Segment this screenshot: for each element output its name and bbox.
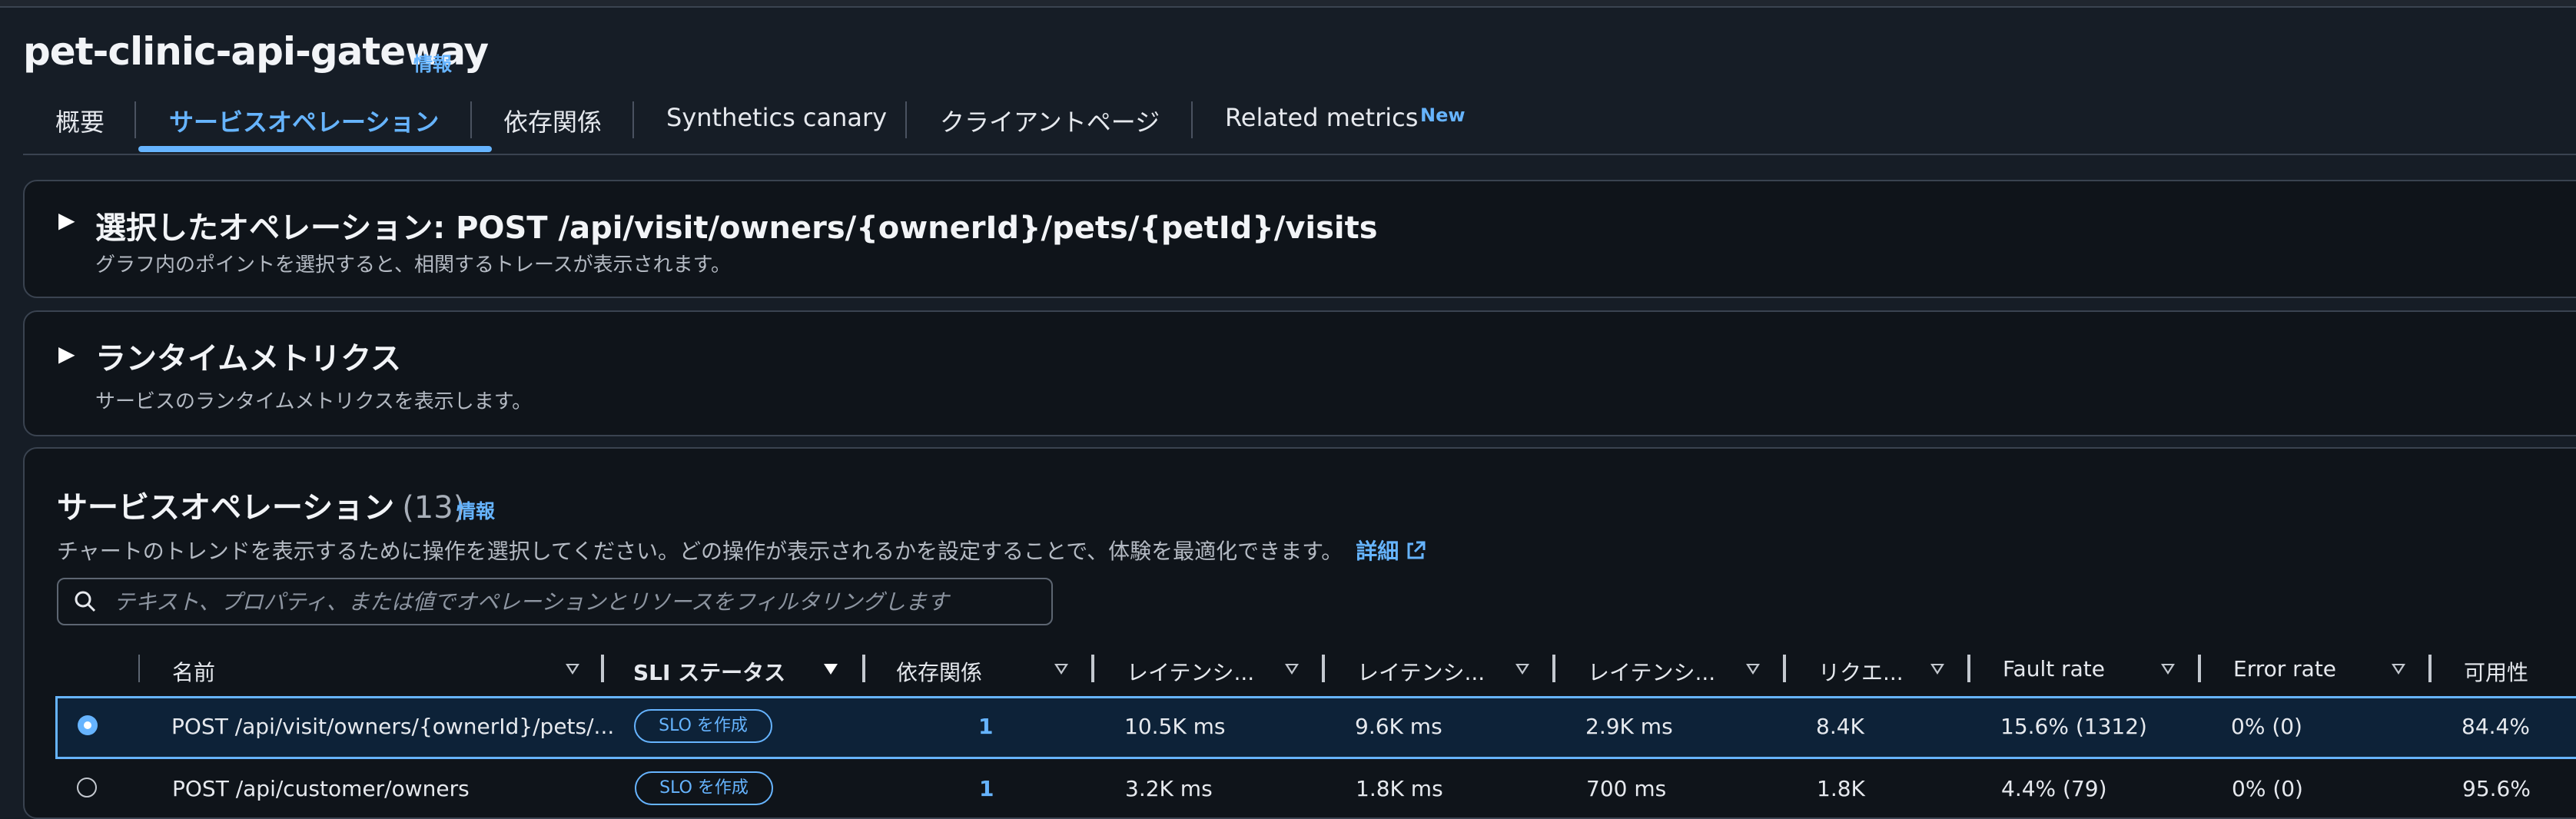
runtime-metrics-title[interactable]: ランタイムメトリクス: [95, 333, 401, 378]
create-slo-button[interactable]: SLO を作成: [634, 709, 772, 743]
column-resize-handle[interactable]: [1552, 655, 1555, 682]
availability-value: 84.4%: [2461, 714, 2530, 739]
sort-icon[interactable]: [1930, 664, 1944, 675]
tab-bar: 概要 サービスオペレーション 依存関係 Synthetics canary クラ…: [23, 92, 2576, 155]
operation-name: POST /api/visit/owners/{ownerId}/pets/..…: [171, 714, 615, 739]
latency-1-value: 10.5K ms: [1124, 714, 1226, 739]
latency-3-value: 700 ms: [1586, 776, 1667, 801]
error-rate-value: 0% (0): [2231, 714, 2302, 739]
column-latency-1[interactable]: レイテンシ...: [1127, 656, 1254, 687]
column-resize-handle[interactable]: [1322, 655, 1325, 682]
column-latency-3[interactable]: レイテンシ...: [1588, 656, 1715, 687]
operations-count: (13): [402, 490, 466, 526]
latency-3-value: 2.9K ms: [1585, 714, 1673, 739]
column-error-rate[interactable]: Error rate: [2233, 656, 2336, 681]
column-resize-handle[interactable]: [2428, 655, 2432, 682]
runtime-metrics-description: サービスのランタイムメトリクスを表示します。: [95, 390, 533, 413]
sort-icon[interactable]: [1285, 664, 1299, 675]
row-radio[interactable]: [77, 778, 97, 797]
sort-icon[interactable]: [1746, 664, 1760, 675]
active-tab-indicator: [138, 146, 492, 152]
sort-descending-icon[interactable]: [824, 664, 838, 675]
tab-related-metrics[interactable]: Related metrics: [1225, 103, 1418, 132]
tab-separator: [470, 101, 472, 138]
latency-2-value: 9.6K ms: [1355, 714, 1442, 739]
column-latency-2[interactable]: レイテンシ...: [1357, 656, 1485, 687]
tab-separator: [134, 101, 136, 138]
service-operations-panel: サービスオペレーション (13) 情報 チャートのトレンドを表示するために操作を選…: [23, 447, 2576, 819]
column-resize-handle[interactable]: [601, 655, 604, 682]
selected-operation-description: グラフ内のポイントを選択すると、相関するトレースが表示されます。: [95, 254, 732, 277]
filter-search-box[interactable]: [57, 578, 1053, 625]
column-availability[interactable]: 可用性: [2464, 656, 2528, 687]
requests-value: 1.8K: [1817, 776, 1865, 801]
sort-icon[interactable]: [1054, 664, 1068, 675]
column-resize-handle[interactable]: [1967, 655, 1970, 682]
filter-search-input[interactable]: [112, 584, 1037, 619]
requests-value: 8.4K: [1816, 714, 1864, 739]
selected-operation-title[interactable]: 選択したオペレーション: POST /api/visit/owners/{own…: [95, 203, 1378, 247]
dependency-count-link[interactable]: 1: [979, 776, 994, 801]
tab-synthetics-canary[interactable]: Synthetics canary: [666, 103, 887, 132]
tab-service-operations[interactable]: サービスオペレーション: [169, 103, 439, 138]
operation-name: POST /api/customer/owners: [172, 776, 470, 801]
service-info-link[interactable]: 情報: [413, 49, 452, 77]
operations-description-text: チャートのトレンドを表示するために操作を選択してください。どの操作が表示されるか…: [57, 539, 1343, 564]
fault-rate-value: 15.6% (1312): [2000, 714, 2147, 739]
column-dependencies[interactable]: 依存関係: [896, 656, 982, 687]
column-resize-handle[interactable]: [1091, 655, 1094, 682]
operations-title: サービスオペレーション (13): [57, 482, 465, 527]
operations-description: チャートのトレンドを表示するために操作を選択してください。どの操作が表示されるか…: [57, 535, 1426, 565]
external-link-icon: [1407, 541, 1426, 559]
sort-icon[interactable]: [1515, 664, 1529, 675]
column-sli-status[interactable]: SLI ステータス: [633, 656, 785, 687]
latency-2-value: 1.8K ms: [1356, 776, 1443, 801]
column-name[interactable]: 名前: [172, 656, 215, 687]
row-radio-selected[interactable]: [78, 715, 98, 735]
expand-caret-icon[interactable]: ▶: [58, 341, 75, 366]
latency-1-value: 3.2K ms: [1125, 776, 1213, 801]
learn-more-label[interactable]: 詳細: [1356, 539, 1399, 564]
sort-icon[interactable]: [2161, 664, 2175, 675]
selected-operation-panel: ▶ 選択したオペレーション: POST /api/visit/owners/{o…: [23, 180, 2576, 298]
top-border: [0, 0, 2576, 8]
fault-rate-value: 4.4% (79): [2001, 776, 2107, 801]
column-resize-handle[interactable]: [862, 655, 865, 682]
tab-separator: [1191, 101, 1193, 138]
column-resize-handle[interactable]: [2198, 655, 2201, 682]
operations-info-link[interactable]: 情報: [456, 496, 495, 524]
sort-icon[interactable]: [2392, 664, 2405, 675]
expand-caret-icon[interactable]: ▶: [58, 207, 75, 233]
error-rate-value: 0% (0): [2232, 776, 2303, 801]
table-row[interactable]: POST /api/customer/owners SLO を作成 1 3.2K…: [57, 761, 2576, 819]
table-row-selected[interactable]: POST /api/visit/owners/{ownerId}/pets/..…: [55, 696, 2576, 759]
new-badge: New: [1420, 104, 1466, 126]
column-separator: [138, 655, 140, 682]
column-requests[interactable]: リクエ...: [1818, 656, 1904, 687]
availability-value: 95.6%: [2462, 776, 2531, 801]
tab-dependencies[interactable]: 依存関係: [503, 103, 602, 138]
search-icon: [75, 591, 96, 612]
table-header: 名前 SLI ステータス 依存関係 レイテンシ... レイテンシ... レイテン…: [57, 645, 2576, 691]
operations-title-text: サービスオペレーション: [57, 490, 395, 526]
tab-separator: [905, 101, 907, 138]
dependency-count-link[interactable]: 1: [978, 714, 993, 739]
tab-overview[interactable]: 概要: [55, 103, 105, 138]
tab-client-pages[interactable]: クライアントページ: [940, 103, 1160, 138]
runtime-metrics-panel: ▶ ランタイムメトリクス サービスのランタイムメトリクスを表示します。: [23, 310, 2576, 436]
tab-separator: [632, 101, 634, 138]
create-slo-button[interactable]: SLO を作成: [635, 771, 773, 805]
sort-icon[interactable]: [566, 664, 579, 675]
column-fault-rate[interactable]: Fault rate: [2003, 656, 2105, 681]
column-resize-handle[interactable]: [1783, 655, 1786, 682]
learn-more-link[interactable]: 詳細: [1356, 539, 1426, 564]
